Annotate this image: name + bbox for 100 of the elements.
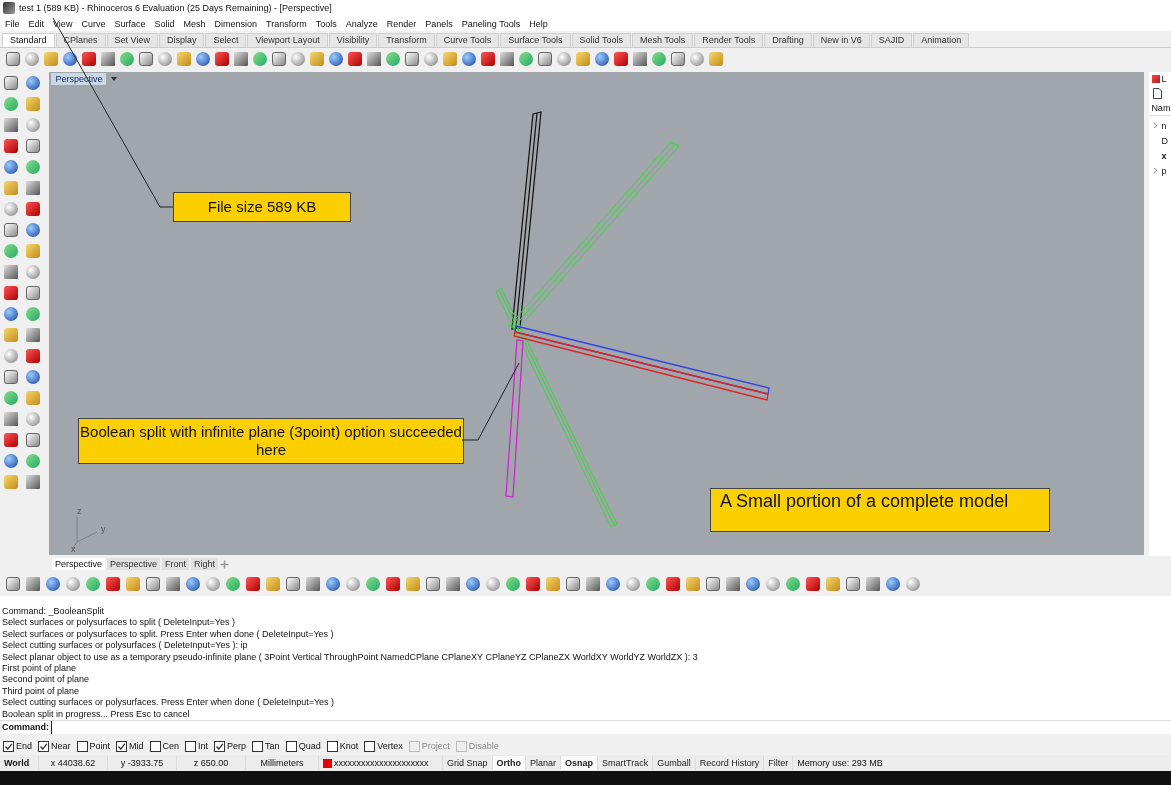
toolbar-icon[interactable] — [6, 577, 20, 591]
toolbar-tab[interactable]: Select — [205, 33, 247, 47]
toolbar-tab[interactable]: Mesh Tools — [631, 33, 694, 47]
layer-name[interactable]: D — [1161, 135, 1168, 146]
checkbox[interactable] — [185, 740, 197, 752]
menu-item[interactable]: Edit — [28, 18, 45, 29]
status-toggle-button[interactable]: Filter — [764, 756, 794, 770]
toolbar-icon[interactable] — [6, 52, 20, 66]
toolbar-icon[interactable] — [4, 370, 18, 384]
dropdown-caret-icon[interactable] — [110, 75, 119, 83]
toolbar-icon[interactable] — [26, 370, 40, 384]
menu-item[interactable]: Curve — [81, 18, 106, 29]
command-input-field[interactable] — [51, 721, 1171, 734]
menu-item[interactable]: Transform — [266, 18, 307, 29]
checkbox[interactable] — [252, 740, 264, 752]
toolbar-icon[interactable] — [186, 577, 200, 591]
toolbar-tab[interactable]: Animation — [913, 33, 970, 47]
toolbar-icon[interactable] — [286, 577, 300, 591]
toolbar-icon[interactable] — [139, 52, 153, 66]
toolbar-tab[interactable]: SAJID — [870, 33, 913, 47]
layer-name[interactable]: x — [1161, 150, 1167, 161]
checkbox[interactable] — [116, 740, 128, 752]
checkbox[interactable] — [3, 740, 14, 752]
checkbox[interactable] — [149, 740, 161, 752]
toolbar-icon[interactable] — [4, 307, 18, 321]
toolbar-tab[interactable]: Curve Tools — [435, 33, 500, 47]
toolbar-tab[interactable]: Viewport Layout — [247, 33, 328, 47]
toolbar-icon[interactable] — [426, 577, 440, 591]
panel-tab-label[interactable]: L — [1161, 74, 1167, 84]
status-toggle-button[interactable]: Record History — [695, 756, 765, 770]
toolbar-icon[interactable] — [886, 577, 900, 591]
toolbar-icon[interactable] — [746, 577, 760, 591]
toolbar-tab[interactable]: Surface Tools — [500, 33, 571, 47]
toolbar-icon[interactable] — [196, 52, 210, 66]
toolbar-icon[interactable] — [329, 52, 343, 66]
layers-icon[interactable] — [1152, 75, 1161, 83]
toolbar-icon[interactable] — [26, 433, 40, 447]
toolbar-tab[interactable]: Display — [158, 33, 205, 47]
units-button[interactable]: Millimeters — [246, 756, 319, 770]
toolbar-tab[interactable]: Standard — [2, 33, 55, 47]
toolbar-icon[interactable] — [4, 223, 18, 237]
toolbar-icon[interactable] — [706, 577, 720, 591]
cplane-button[interactable]: World — [0, 756, 39, 770]
toolbar-icon[interactable] — [4, 76, 18, 90]
menu-item[interactable]: Surface — [114, 18, 146, 29]
toolbar-icon[interactable] — [46, 577, 60, 591]
toolbar-icon[interactable] — [595, 52, 609, 66]
expand-chevron-icon[interactable] — [1153, 167, 1159, 174]
toolbar-tab[interactable]: Solid Tools — [571, 33, 631, 47]
toolbar-icon[interactable] — [26, 286, 40, 300]
viewport-tab[interactable]: Front — [162, 558, 190, 570]
add-tab-icon[interactable] — [220, 559, 230, 569]
checkbox[interactable] — [38, 740, 49, 752]
menu-item[interactable]: View — [53, 18, 73, 29]
toolbar-icon[interactable] — [272, 52, 286, 66]
menu-item[interactable]: Analyze — [345, 18, 378, 29]
menu-item[interactable]: Solid — [154, 18, 175, 29]
viewport-tab[interactable]: Perspective — [107, 558, 161, 570]
toolbar-icon[interactable] — [405, 52, 419, 66]
toolbar-icon[interactable] — [26, 139, 40, 153]
menu-item[interactable]: Mesh — [183, 18, 206, 29]
toolbar-icon[interactable] — [462, 52, 476, 66]
toolbar-icon[interactable] — [466, 577, 480, 591]
toolbar-tab[interactable]: Render Tools — [694, 33, 764, 47]
status-toggle-button[interactable]: SmartTrack — [598, 756, 654, 770]
toolbar-tab[interactable]: New in V6 — [812, 33, 870, 47]
toolbar-tab[interactable]: Visibility — [328, 33, 378, 47]
toolbar-icon[interactable] — [26, 223, 40, 237]
layer-name[interactable]: n — [1161, 120, 1167, 131]
menu-item[interactable]: Dimension — [214, 18, 257, 29]
toolbar-icon[interactable] — [566, 577, 580, 591]
toolbar-icon[interactable] — [606, 577, 620, 591]
expand-chevron-icon[interactable] — [1153, 122, 1159, 129]
viewport-tab[interactable]: Perspective — [52, 558, 106, 570]
checkbox[interactable] — [214, 740, 226, 752]
checkbox[interactable] — [76, 740, 88, 752]
toolbar-icon[interactable] — [846, 577, 860, 591]
menu-item[interactable]: Panels — [425, 18, 453, 29]
toolbar-tab[interactable]: Transform — [378, 33, 435, 47]
current-layer-name[interactable]: xxxxxxxxxxxxxxxxxxxxx — [334, 758, 429, 768]
checkbox[interactable] — [326, 740, 338, 752]
toolbar-icon[interactable] — [63, 52, 77, 66]
menu-item[interactable]: Help — [529, 18, 548, 29]
toolbar-icon[interactable] — [4, 160, 18, 174]
toolbar-icon[interactable] — [26, 76, 40, 90]
menu-item[interactable]: File — [5, 18, 20, 29]
status-toggle-button[interactable]: Grid Snap — [443, 756, 493, 770]
checkbox[interactable] — [364, 740, 376, 752]
status-toggle-button[interactable]: Gumball — [653, 756, 696, 770]
checkbox[interactable] — [285, 740, 297, 752]
toolbar-icon[interactable] — [146, 577, 160, 591]
toolbar-tab[interactable]: Drafting — [764, 33, 812, 47]
document-icon[interactable] — [1153, 88, 1163, 99]
toolbar-icon[interactable] — [326, 577, 340, 591]
status-toggle-button[interactable]: Ortho — [492, 756, 527, 770]
viewport-tab[interactable]: Right — [191, 558, 219, 570]
menu-item[interactable]: Render — [386, 18, 417, 29]
layer-name[interactable]: p — [1161, 165, 1167, 176]
toolbar-icon[interactable] — [671, 52, 685, 66]
menu-item[interactable]: Paneling Tools — [461, 18, 521, 29]
